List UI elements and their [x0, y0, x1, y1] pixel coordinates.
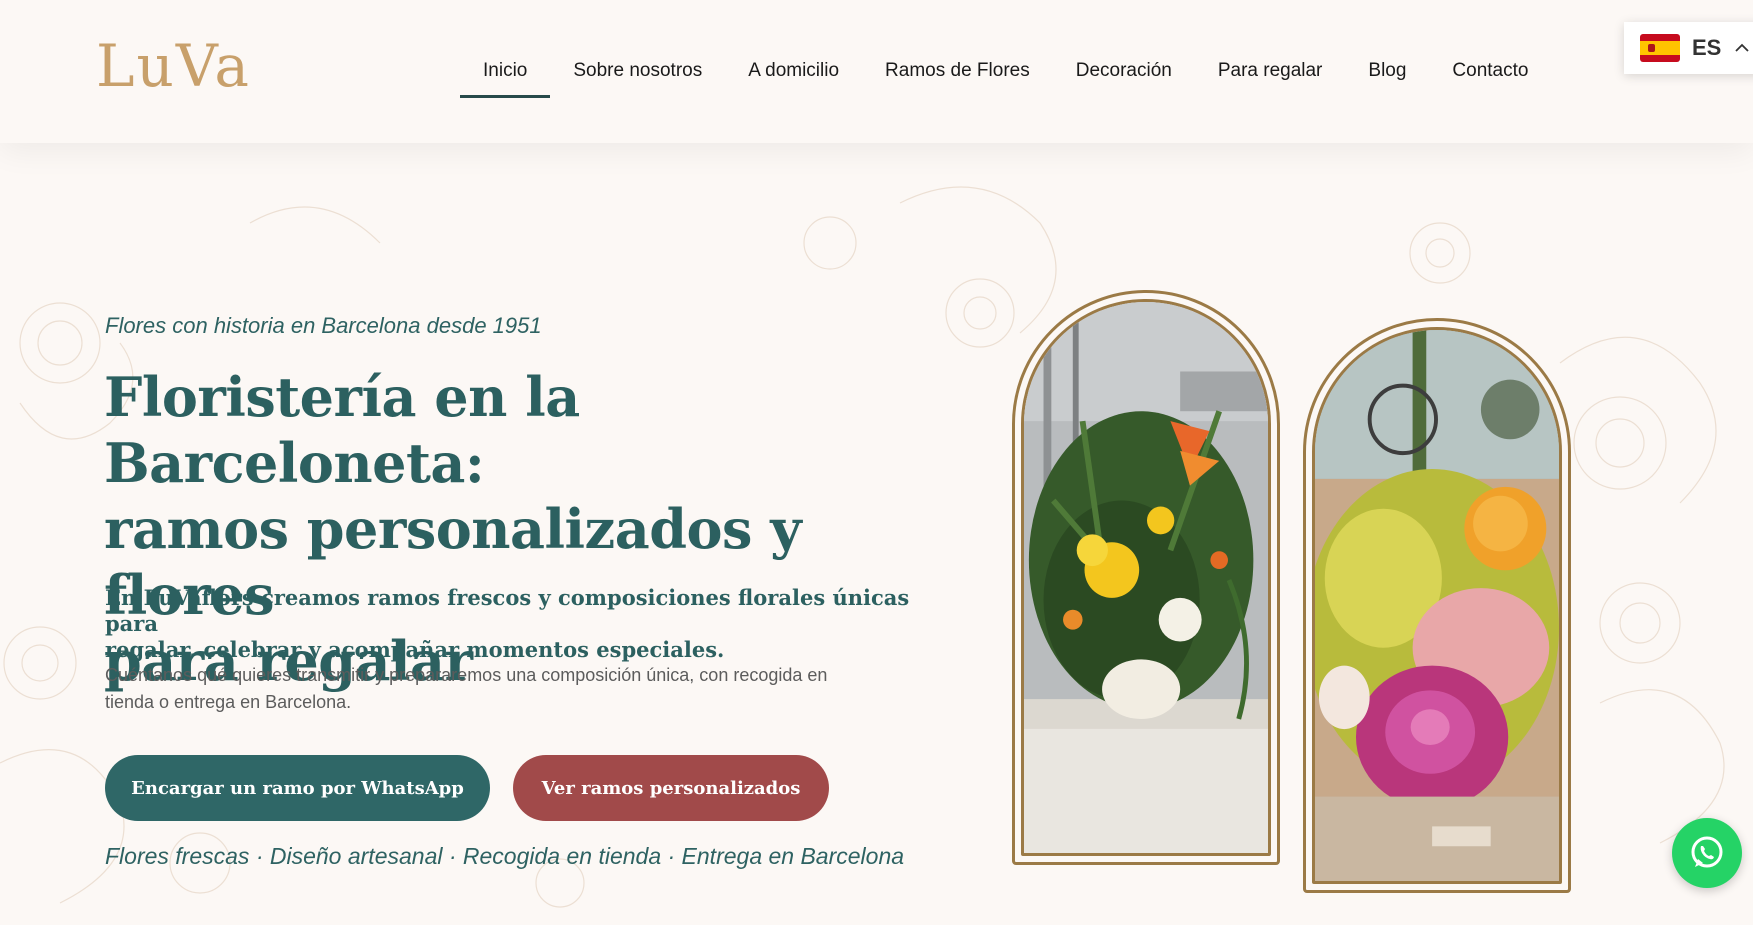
bouquet-photo-frame-2 — [1303, 318, 1571, 893]
whatsapp-icon — [1691, 836, 1723, 868]
nav-item-blog[interactable]: Blog — [1345, 56, 1429, 98]
brand-logo[interactable]: LuVa — [96, 32, 251, 100]
bouquet-photo-1 — [1024, 302, 1268, 853]
lead-line-1: En LuVaflors creamos ramos frescos y com… — [105, 585, 910, 636]
order-whatsapp-button[interactable]: Encargar un ramo por WhatsApp — [105, 755, 490, 821]
lead-line-2: regalar, celebrar y acompañar momentos e… — [105, 637, 725, 662]
nav-item-decoracion[interactable]: Decoración — [1053, 56, 1195, 98]
main-nav: Inicio Sobre nosotros A domicilio Ramos … — [460, 56, 1551, 100]
hero-tagline: Flores frescas · Diseño artesanal · Reco… — [105, 843, 905, 869]
nav-item-a-domicilio[interactable]: A domicilio — [725, 56, 862, 98]
bouquet-photo-2 — [1315, 330, 1559, 881]
nav-item-inicio[interactable]: Inicio — [460, 56, 551, 98]
body-line-2: tienda o entrega en Barcelona. — [105, 692, 352, 712]
site-header: LuVa Inicio Sobre nosotros A domicilio R… — [0, 0, 1753, 143]
chevron-up-icon — [1735, 39, 1749, 57]
hero-lead: En LuVaflors creamos ramos frescos y com… — [105, 585, 925, 663]
nav-item-ramos-de-flores[interactable]: Ramos de Flores — [862, 56, 1053, 98]
nav-item-contacto[interactable]: Contacto — [1429, 56, 1551, 98]
view-bouquets-button[interactable]: Ver ramos personalizados — [513, 755, 829, 821]
bouquet-photo-frame-1 — [1012, 290, 1280, 865]
nav-item-para-regalar[interactable]: Para regalar — [1195, 56, 1346, 98]
hero-kicker: Flores con historia en Barcelona desde 1… — [105, 313, 542, 338]
nav-item-sobre-nosotros[interactable]: Sobre nosotros — [550, 56, 725, 98]
title-line-1: Floristería en la Barceloneta: — [104, 365, 580, 495]
hero-description: Cuéntanos qué quieres transmitir y prepa… — [105, 662, 925, 716]
language-code: ES — [1692, 35, 1722, 60]
spain-flag-icon — [1640, 34, 1680, 62]
whatsapp-float-button[interactable] — [1672, 818, 1742, 888]
body-line-1: Cuéntanos qué quieres transmitir y prepa… — [105, 665, 828, 685]
language-switcher[interactable]: ES — [1624, 22, 1753, 74]
